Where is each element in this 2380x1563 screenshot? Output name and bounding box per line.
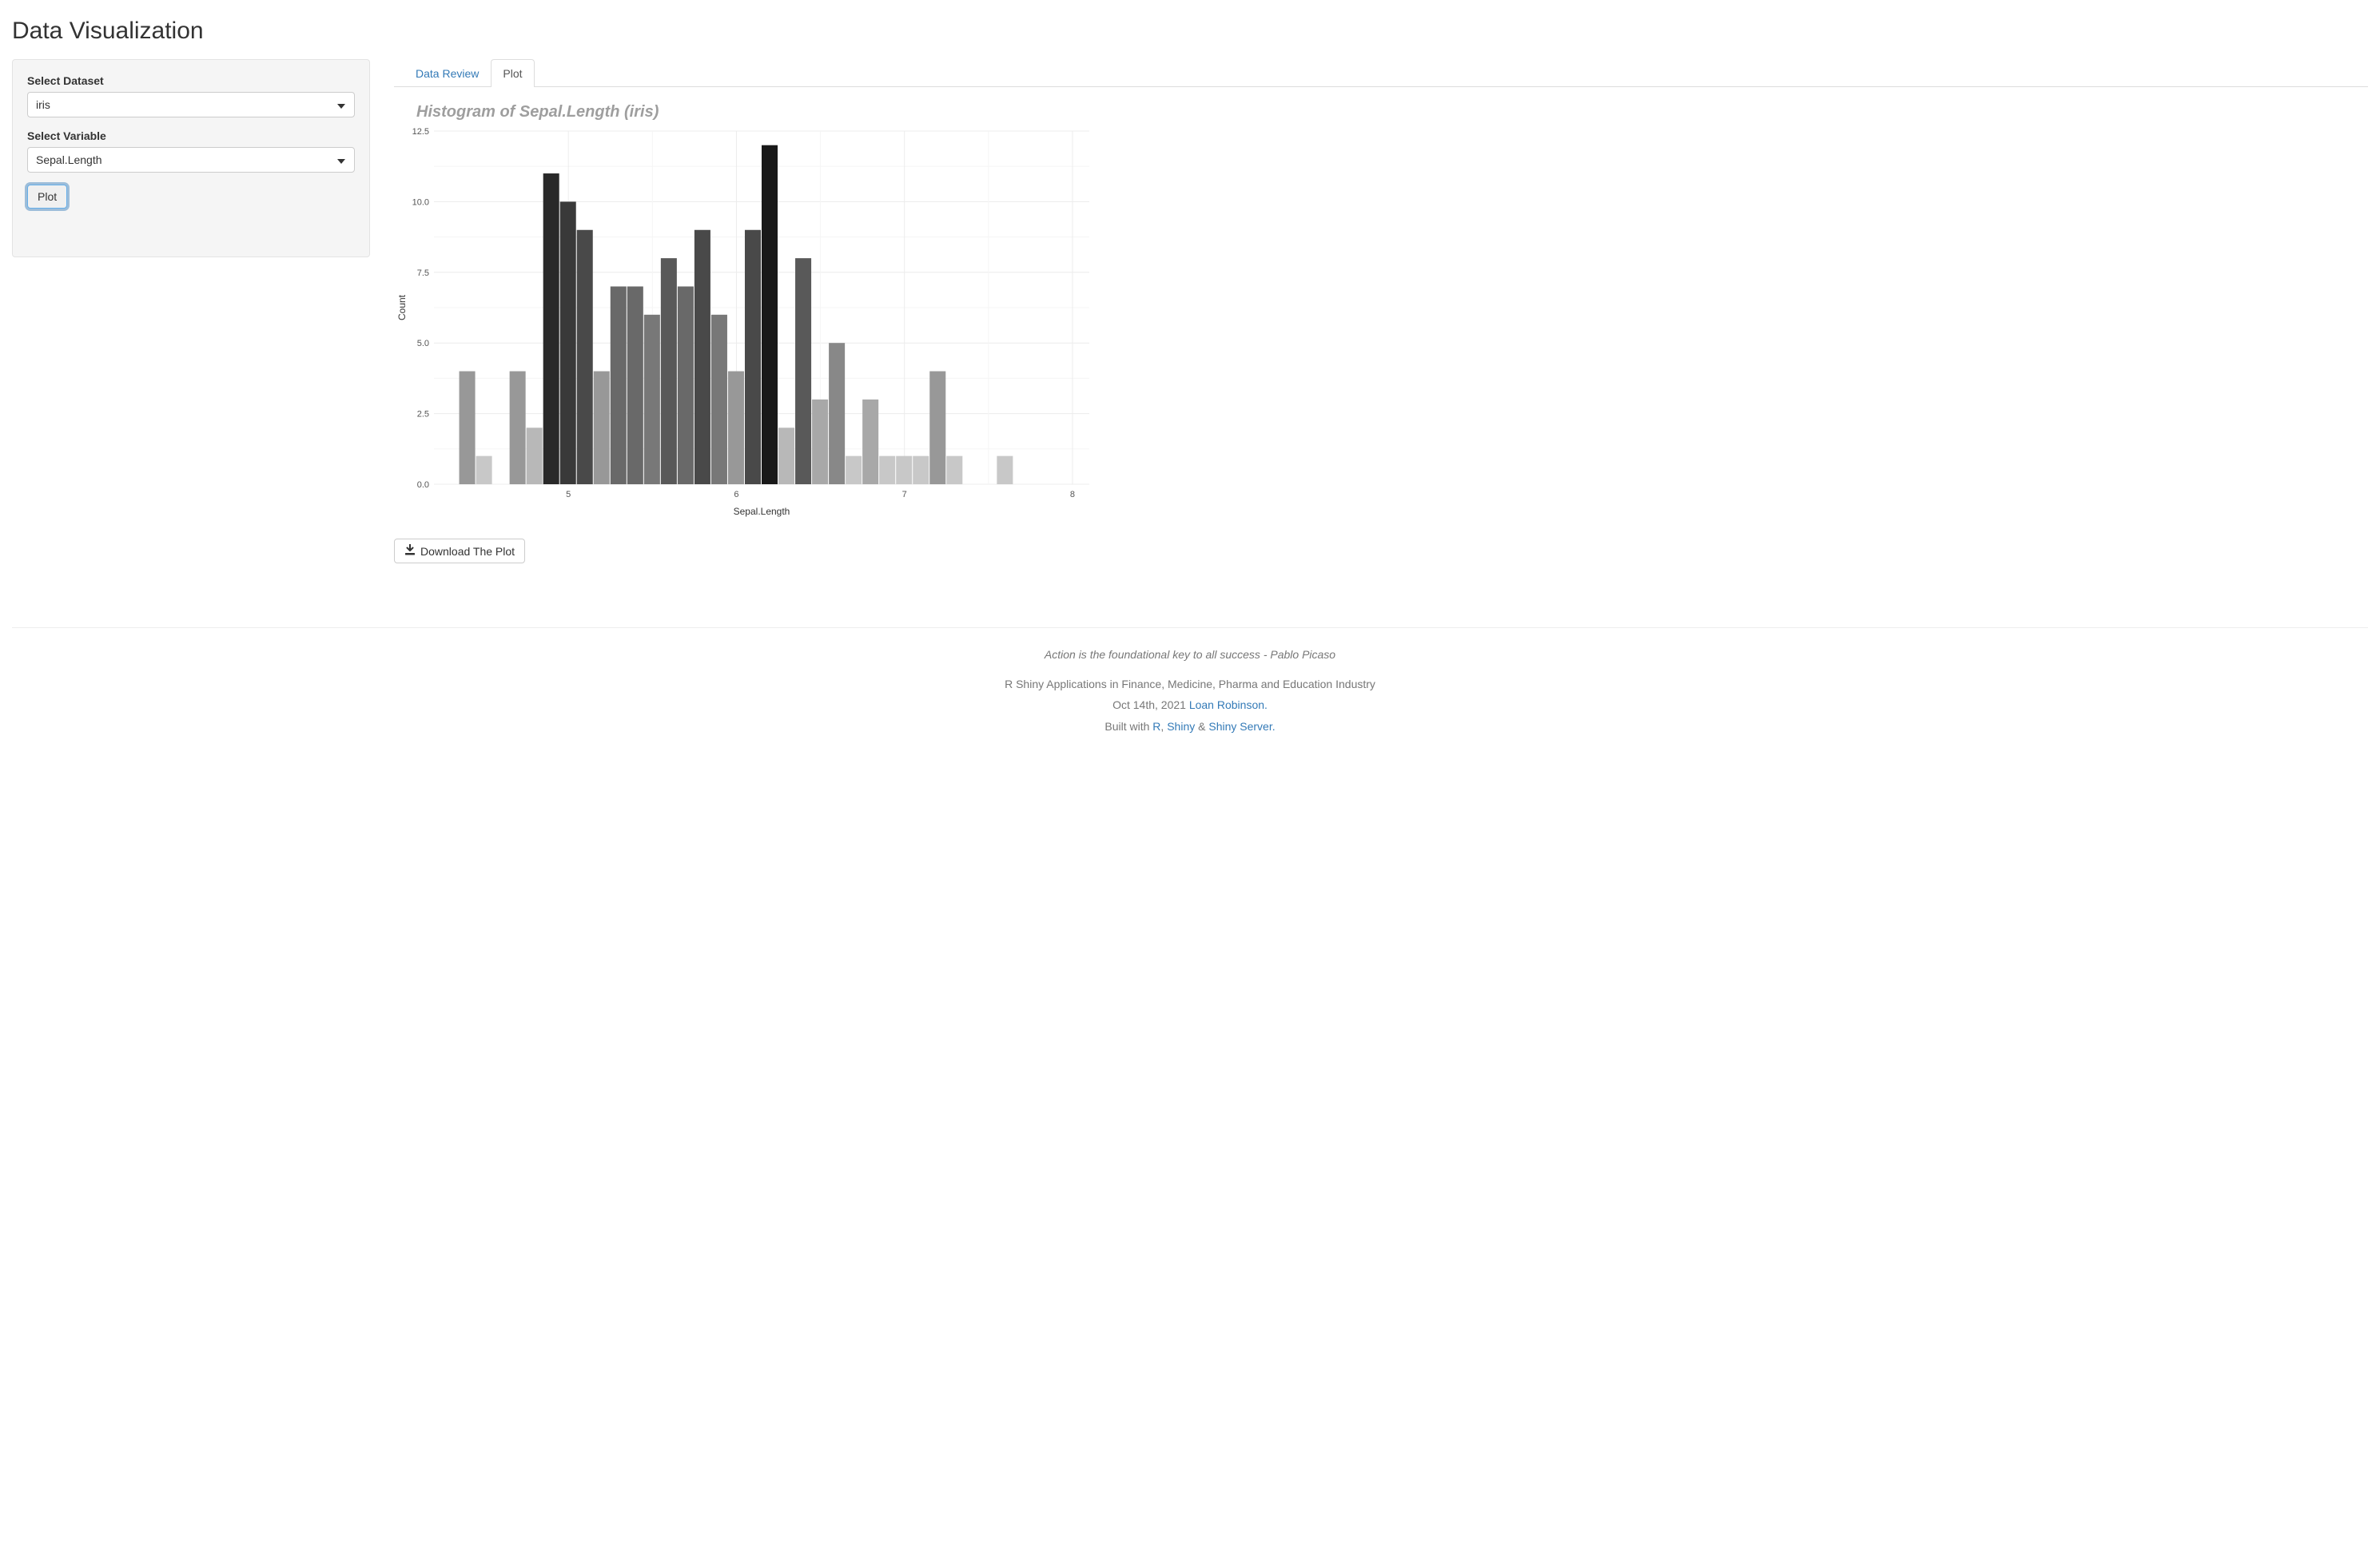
footer-link-shiny-server[interactable]: Shiny Server. — [1208, 720, 1275, 733]
histogram-bar — [460, 372, 476, 484]
svg-text:7: 7 — [902, 490, 907, 499]
footer-link-shiny[interactable]: Shiny — [1167, 720, 1195, 733]
histogram-bar — [795, 258, 811, 484]
dataset-select[interactable]: iris — [27, 92, 355, 117]
footer-date: Oct 14th, 2021 — [1112, 698, 1189, 711]
histogram-bar — [745, 230, 761, 484]
histogram-bar — [661, 258, 677, 484]
svg-text:5: 5 — [566, 490, 571, 499]
histogram-bar — [711, 315, 727, 484]
histogram-bar — [846, 456, 862, 484]
histogram-bar — [728, 372, 744, 484]
histogram-bar — [913, 456, 929, 484]
tab-label: Plot — [503, 67, 522, 80]
chart-title: Histogram of Sepal.Length (iris) — [416, 103, 2368, 121]
histogram-bar — [778, 428, 794, 484]
footer-quote: Action is the foundational key to all su… — [1045, 648, 1335, 661]
histogram-bar — [577, 230, 593, 484]
page-title: Data Visualization — [12, 18, 2368, 45]
footer-author-link[interactable]: Loan Robinson. — [1189, 698, 1268, 711]
download-icon — [404, 544, 416, 558]
footer: Action is the foundational key to all su… — [12, 627, 2368, 737]
tab-bar: Data Review Plot — [394, 59, 2368, 87]
sidebar-panel: Select Dataset iris Select Variable — [12, 59, 370, 257]
footer-link-r[interactable]: R — [1152, 720, 1160, 733]
svg-text:2.5: 2.5 — [417, 410, 429, 420]
svg-text:7.5: 7.5 — [417, 268, 429, 278]
histogram-bar — [812, 400, 828, 484]
histogram-bar — [611, 286, 627, 484]
variable-label: Select Variable — [27, 129, 355, 142]
plot-button[interactable]: Plot — [27, 185, 67, 209]
histogram-bar — [929, 372, 945, 484]
histogram-bar — [644, 315, 660, 484]
histogram-bar — [997, 456, 1013, 484]
histogram-bar — [862, 400, 878, 484]
svg-text:Count: Count — [396, 294, 408, 320]
chart-panel: Histogram of Sepal.Length (iris) 0.0 2.5 5… — [394, 103, 2368, 524]
svg-text:10.0: 10.0 — [412, 197, 429, 207]
histogram-bar — [560, 201, 576, 484]
footer-line-2: R Shiny Applications in Finance, Medicin… — [12, 674, 2368, 695]
svg-text:12.5: 12.5 — [412, 127, 429, 137]
svg-text:Sepal.Length: Sepal.Length — [734, 506, 790, 517]
svg-text:0.0: 0.0 — [417, 480, 429, 490]
plot-button-label: Plot — [38, 190, 57, 203]
tab-data-review[interactable]: Data Review — [404, 59, 491, 87]
footer-built-with: Built with — [1104, 720, 1152, 733]
tab-label: Data Review — [416, 67, 479, 80]
histogram-bar — [678, 286, 694, 484]
histogram-bar — [543, 173, 559, 484]
svg-text:6: 6 — [734, 490, 738, 499]
svg-text:5.0: 5.0 — [417, 339, 429, 348]
histogram-bar — [510, 372, 526, 484]
download-button-label: Download The Plot — [420, 545, 515, 558]
histogram-bar — [879, 456, 895, 484]
histogram-bar — [829, 343, 845, 484]
histogram-bar — [762, 145, 778, 484]
histogram-bar — [476, 456, 492, 484]
dataset-label: Select Dataset — [27, 74, 355, 87]
svg-text:8: 8 — [1070, 490, 1075, 499]
download-plot-button[interactable]: Download The Plot — [394, 539, 525, 563]
histogram-bar — [527, 428, 543, 484]
variable-select[interactable]: Sepal.Length — [27, 147, 355, 173]
tab-plot[interactable]: Plot — [491, 59, 534, 87]
histogram-bar — [627, 286, 643, 484]
histogram-chart: 0.0 2.5 5.0 7.5 10.0 12.5 5 6 7 8 Sepal.Length Coun… — [394, 125, 1097, 524]
histogram-bar — [594, 372, 610, 484]
histogram-bar — [896, 456, 912, 484]
histogram-bar — [694, 230, 710, 484]
histogram-bar — [946, 456, 962, 484]
